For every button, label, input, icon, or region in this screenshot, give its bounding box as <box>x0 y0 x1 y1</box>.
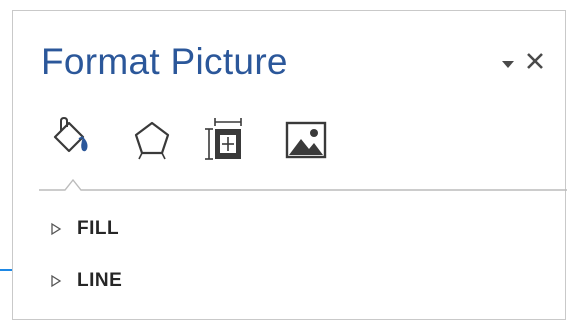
pentagon-icon <box>134 121 170 160</box>
format-picture-pane: Format Picture FILL LINE <box>12 10 567 320</box>
collapsed-triangle-icon <box>51 274 62 288</box>
pane-close-button[interactable] <box>525 51 545 71</box>
picture-icon <box>285 121 327 159</box>
size-properties-icon <box>205 118 242 160</box>
tab-picture[interactable] <box>283 115 329 165</box>
tab-fill-and-line[interactable] <box>49 115 95 165</box>
screenshot-stage: Format Picture FILL LINE <box>0 0 568 322</box>
tab-size-and-properties[interactable] <box>203 115 249 165</box>
pane-options-button[interactable] <box>501 57 515 68</box>
pane-title: Format Picture <box>41 41 288 82</box>
close-icon <box>527 53 543 69</box>
section-fill-label: FILL <box>77 218 120 239</box>
section-line-label: LINE <box>77 270 123 291</box>
paint-bucket-icon <box>53 116 88 153</box>
tab-selection-divider <box>39 178 567 191</box>
section-fill-header[interactable]: FILL <box>49 216 119 242</box>
dropdown-triangle-icon <box>502 61 514 68</box>
section-line-header[interactable]: LINE <box>49 268 122 294</box>
collapsed-triangle-icon <box>51 222 62 236</box>
tab-effects[interactable] <box>129 115 175 165</box>
